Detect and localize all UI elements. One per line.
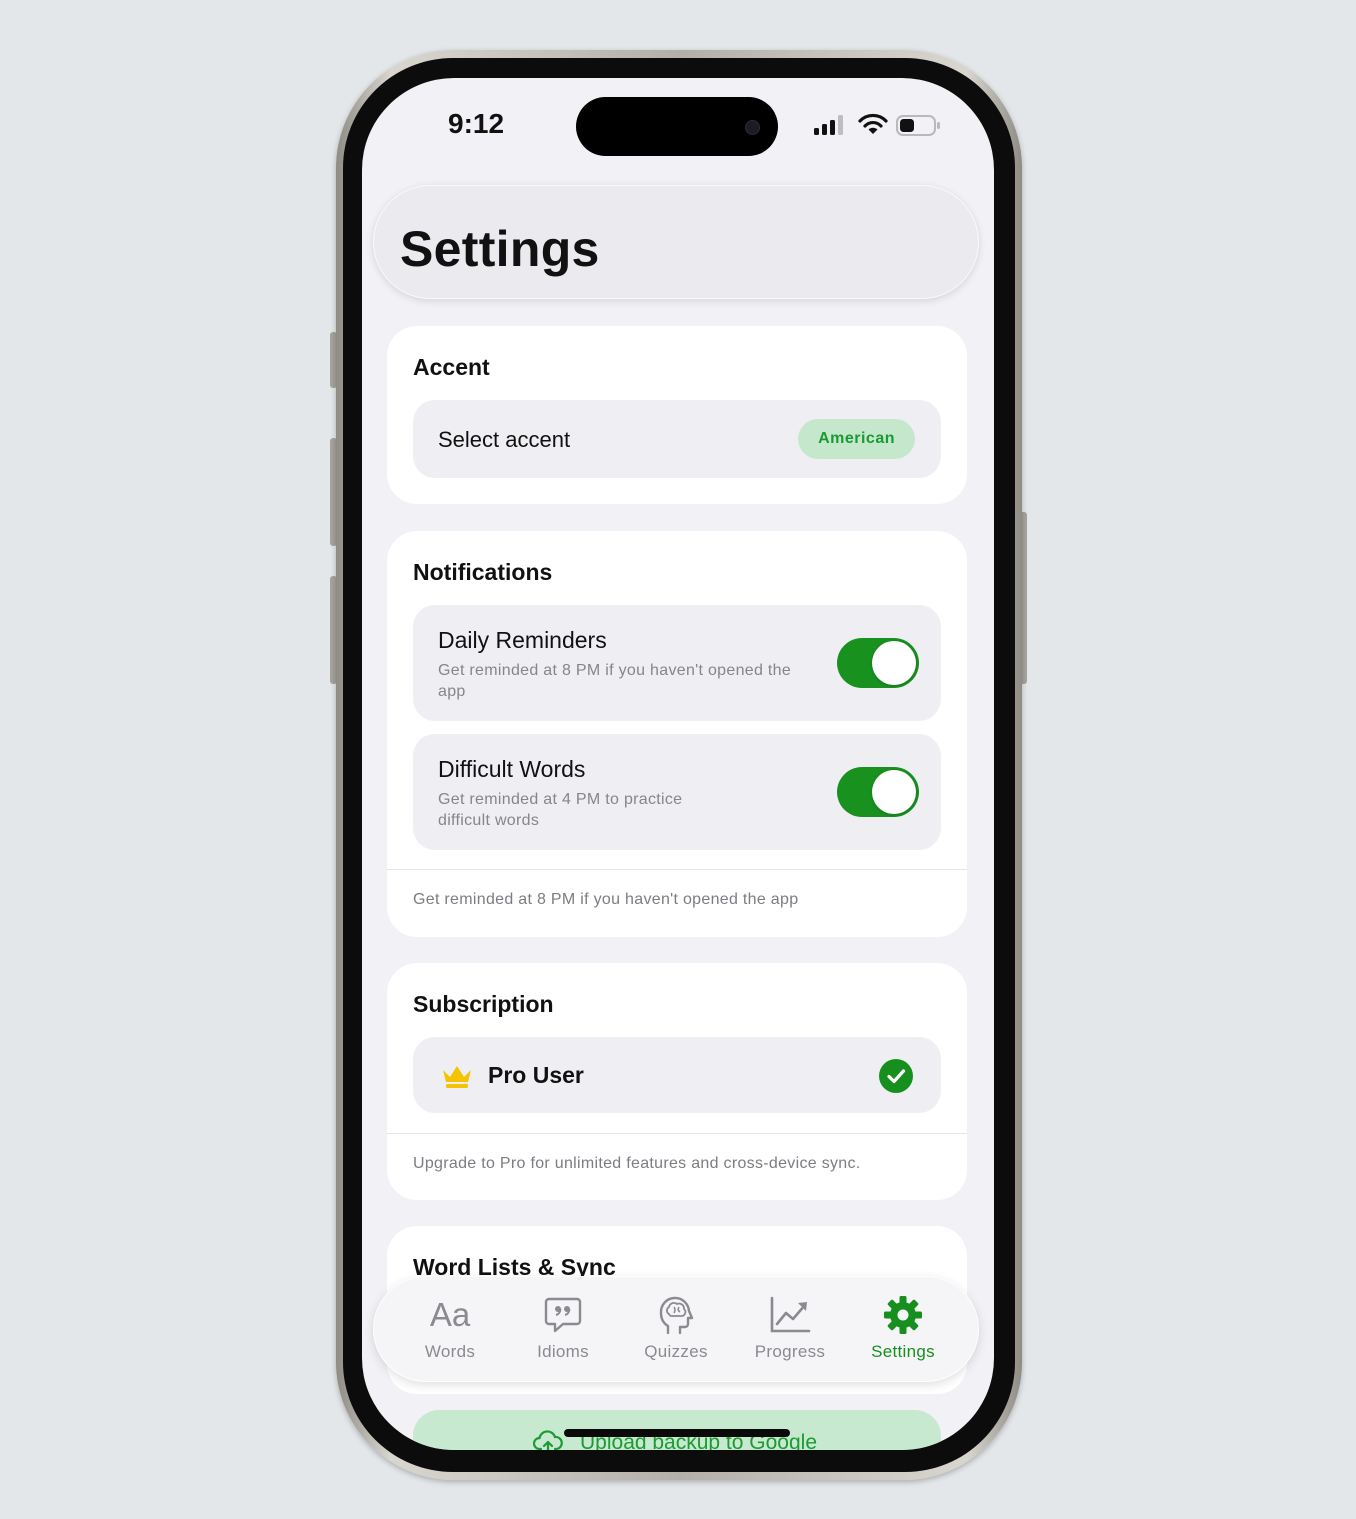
tab-settings[interactable]: Settings: [848, 1276, 958, 1382]
camera-icon: [745, 120, 760, 135]
toggle-knob: [872, 770, 916, 814]
accent-section-title: Accent: [413, 354, 490, 380]
status-time: 9:12: [448, 108, 505, 139]
page-title: Settings: [400, 221, 600, 277]
tab-quizzes[interactable]: Quizzes: [621, 1276, 731, 1382]
daily-reminders-title: Daily Reminders: [438, 627, 607, 653]
daily-reminders-toggle[interactable]: [837, 638, 919, 688]
cellular-signal-icon: [814, 115, 843, 135]
brain-head-icon: [621, 1294, 731, 1336]
chart-trend-icon: [735, 1294, 845, 1336]
select-accent-label: Select accent: [438, 427, 571, 452]
battery-icon: [896, 115, 940, 136]
difficult-words-subtitle: Get reminded at 4 PM to practice difficu…: [438, 791, 683, 829]
tab-words-label: Words: [424, 1342, 476, 1361]
toggle-knob: [872, 641, 916, 685]
crown-icon: [443, 1066, 471, 1088]
subscription-footnote: Upgrade to Pro for unlimited features an…: [413, 1155, 861, 1172]
settings-header: Settings: [373, 185, 979, 299]
quote-bubble-icon: [508, 1294, 618, 1336]
subscription-section-title: Subscription: [413, 991, 554, 1017]
wifi-icon: [858, 113, 888, 134]
subscription-card: Subscription Pro User Upgrade to Pro for…: [387, 963, 967, 1200]
checkmark-icon: [879, 1059, 913, 1093]
daily-reminders-subtitle: Get reminded at 8 PM if you haven't open…: [438, 662, 792, 700]
difficult-words-row: Difficult Words Get reminded at 4 PM to …: [413, 734, 941, 850]
select-accent-row[interactable]: Select accent American: [413, 400, 941, 478]
difficult-words-title: Difficult Words: [438, 756, 586, 782]
tab-quizzes-label: Quizzes: [644, 1342, 708, 1361]
phone-screen: 9:12 Settings Accent Select accent Ameri…: [362, 78, 994, 1450]
tab-progress[interactable]: Progress: [735, 1276, 845, 1382]
pro-user-row[interactable]: Pro User: [413, 1037, 941, 1113]
divider: [387, 1133, 967, 1134]
notifications-footnote: Get reminded at 8 PM if you haven't open…: [413, 891, 799, 908]
difficult-words-toggle[interactable]: [837, 767, 919, 817]
tab-idioms-label: Idioms: [537, 1342, 589, 1361]
home-indicator: [564, 1429, 790, 1437]
divider: [387, 869, 967, 870]
gear-icon: [848, 1294, 958, 1336]
tab-settings-label: Settings: [871, 1342, 935, 1361]
notifications-section-title: Notifications: [413, 559, 553, 585]
aa-glyph: Aa: [429, 1296, 471, 1333]
cloud-upload-icon: [533, 1430, 563, 1450]
daily-reminders-row: Daily Reminders Get reminded at 8 PM if …: [413, 605, 941, 721]
notifications-card: Notifications Daily Reminders Get remind…: [387, 531, 967, 937]
tab-idioms[interactable]: Idioms: [508, 1276, 618, 1382]
aa-text-icon: Aa: [395, 1294, 505, 1336]
accent-value-badge[interactable]: American: [798, 419, 915, 459]
tab-bar: Aa Words Idioms Quizzes Progress Setting…: [373, 1276, 979, 1382]
pro-user-label: Pro User: [488, 1062, 584, 1088]
accent-card: Accent Select accent American: [387, 326, 967, 504]
tab-words[interactable]: Aa Words: [395, 1276, 505, 1382]
dynamic-island: [576, 97, 778, 156]
tab-progress-label: Progress: [754, 1342, 826, 1361]
